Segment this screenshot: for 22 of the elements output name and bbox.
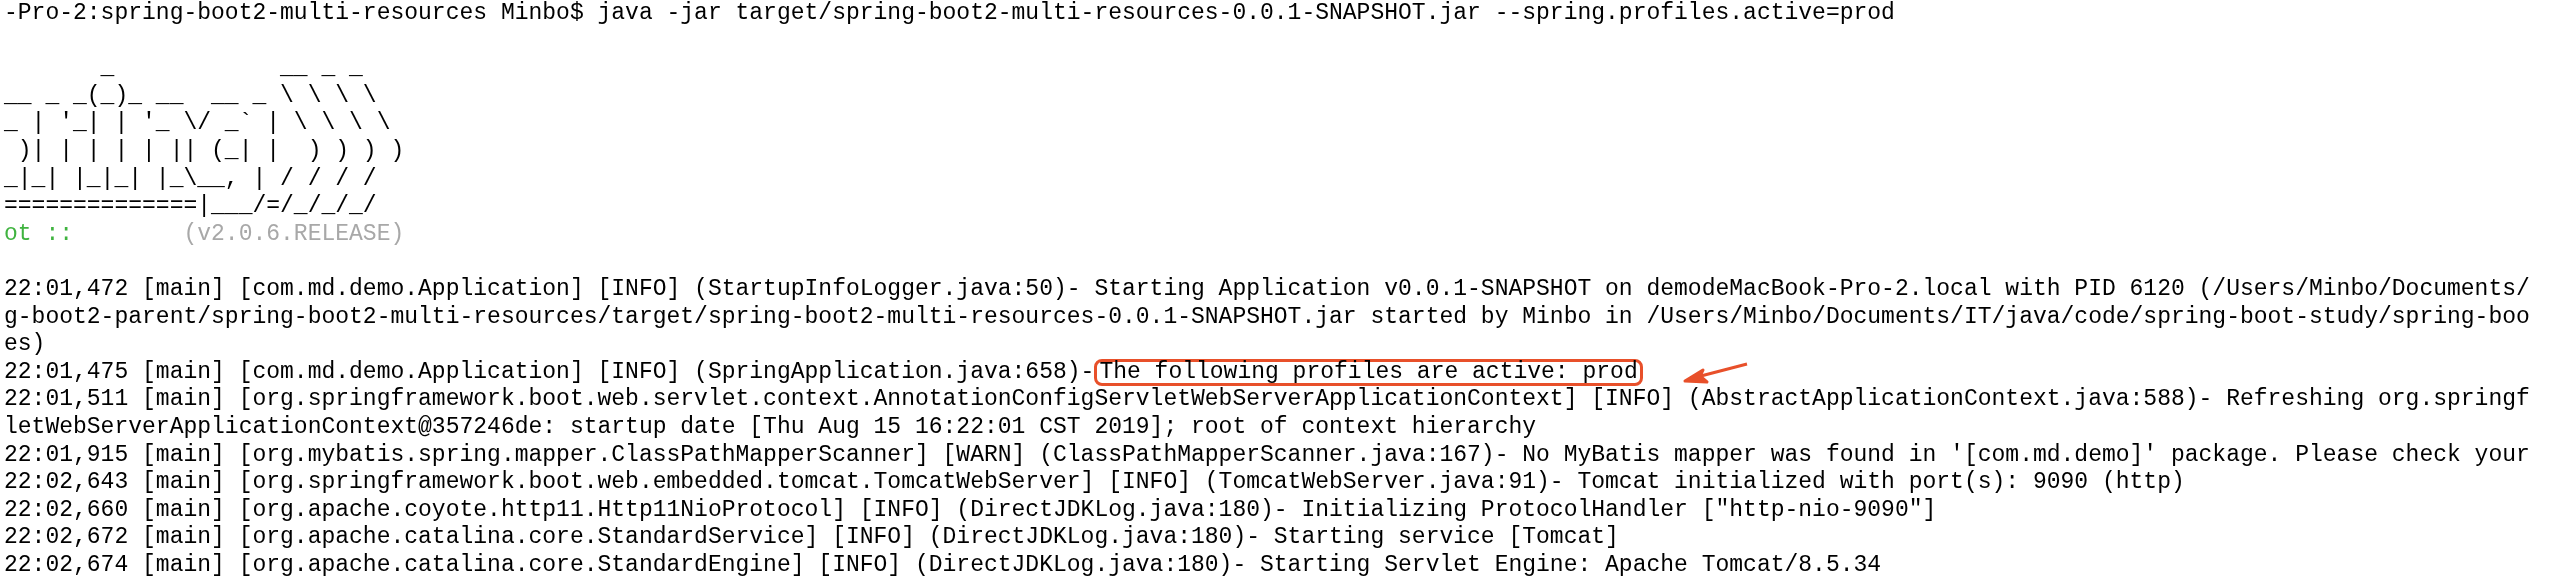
log-line: 22:01,915 [main] [org.mybatis.spring.mapper.ClassPathMapperScanner] [WARN] (ClassPathMapperScanner.java:167)- No MyBatis mapper was found in '[com.md.demo]' package. Please check your [4,441,2530,470]
banner-line: __ _ _(_)_ __ __ _ \ \ \ \ [4,82,377,111]
log-line: 22:02,674 [main] [org.apache.catalina.core.StandardEngine] [INFO] (DirectJDKLog.java:180)- Starting Servlet Engine: Apache Tomcat/8.5.34 [4,551,1882,580]
log-line: letWebServerApplicationContext@357246de: startup date [Thu Aug 15 16:22:01 CST 2019]; root of context hierarchy [4,413,1537,442]
log-line: 22:02,643 [main] [org.springframework.boot.web.embedded.tomcat.TomcatWebServer] [INFO] (TomcatWebServer.java:91)- Tomcat initialized with port(s): 9090 (http) [4,469,2185,497]
banner-line: )| | | | | || (_| | ) ) ) ) [16,137,405,166]
log-line: 22:02,672 [main] [org.apache.catalina.core.StandardService] [INFO] (DirectJDKLog.java:180)- Starting service [Tomcat] [4,524,1619,552]
log-line: es) [4,331,46,359]
log-line: 22:02,660 [main] [org.apache.coyote.http11.Http11NioProtocol] [INFO] (DirectJDKLog.java:180)- Initializing ProtocolHandler ["http-nio-9090"] [4,496,1937,525]
log-line: 22:01,511 [main] [org.springframework.boot.web.servlet.context.AnnotationConfigServletWebServerApplicationContext] [INFO] (AbstractApplicationContext.java:588)- Refreshing org.springf [4,386,2530,414]
banner-line: _ __ _ _ [99,55,363,83]
version-text: (v2.0.6.RELEASE) [182,220,405,249]
log-line: g-boot2-parent/spring-boot2-multi-resources/target/spring-boot2-multi-resources-0.0.1-SNAPSHOT.jar started by Minbo in /Users/Minbo/Documents/IT/java/code/spring-boot-study/spring-boo [4,303,2530,332]
banner-line: _ | '_| | '_ \/ _` | \ \ \ \ [4,110,391,138]
highlighted-text: The following profiles are active: prod [1094,359,1643,386]
annotation-arrow [1682,361,1749,384]
banner-line: ==============|___/=/_/_/_/ [4,193,377,221]
banner-label: ot :: [4,220,73,249]
banner-line: _|_| |_|_| |_\__, | / / / / [4,165,377,194]
log-line: 22:01,475 [main] [com.md.demo.Application] [INFO] (SpringApplication.java:658)- [4,358,1095,387]
command-line: -Pro-2:spring-boot2-multi-resources Minbo$ java -jar target/spring-boot2-multi-resources-0.0.1-SNAPSHOT.jar --spring.profiles.active=prod [4,0,1895,28]
log-line: 22:01,472 [main] [com.md.demo.Application] [INFO] (StartupInfoLogger.java:50)- Starting Application v0.0.1-SNAPSHOT on demodeMacBook-Pro-2.local with PID 6120 (/Users/Minbo/Documents/ [4,275,2530,304]
